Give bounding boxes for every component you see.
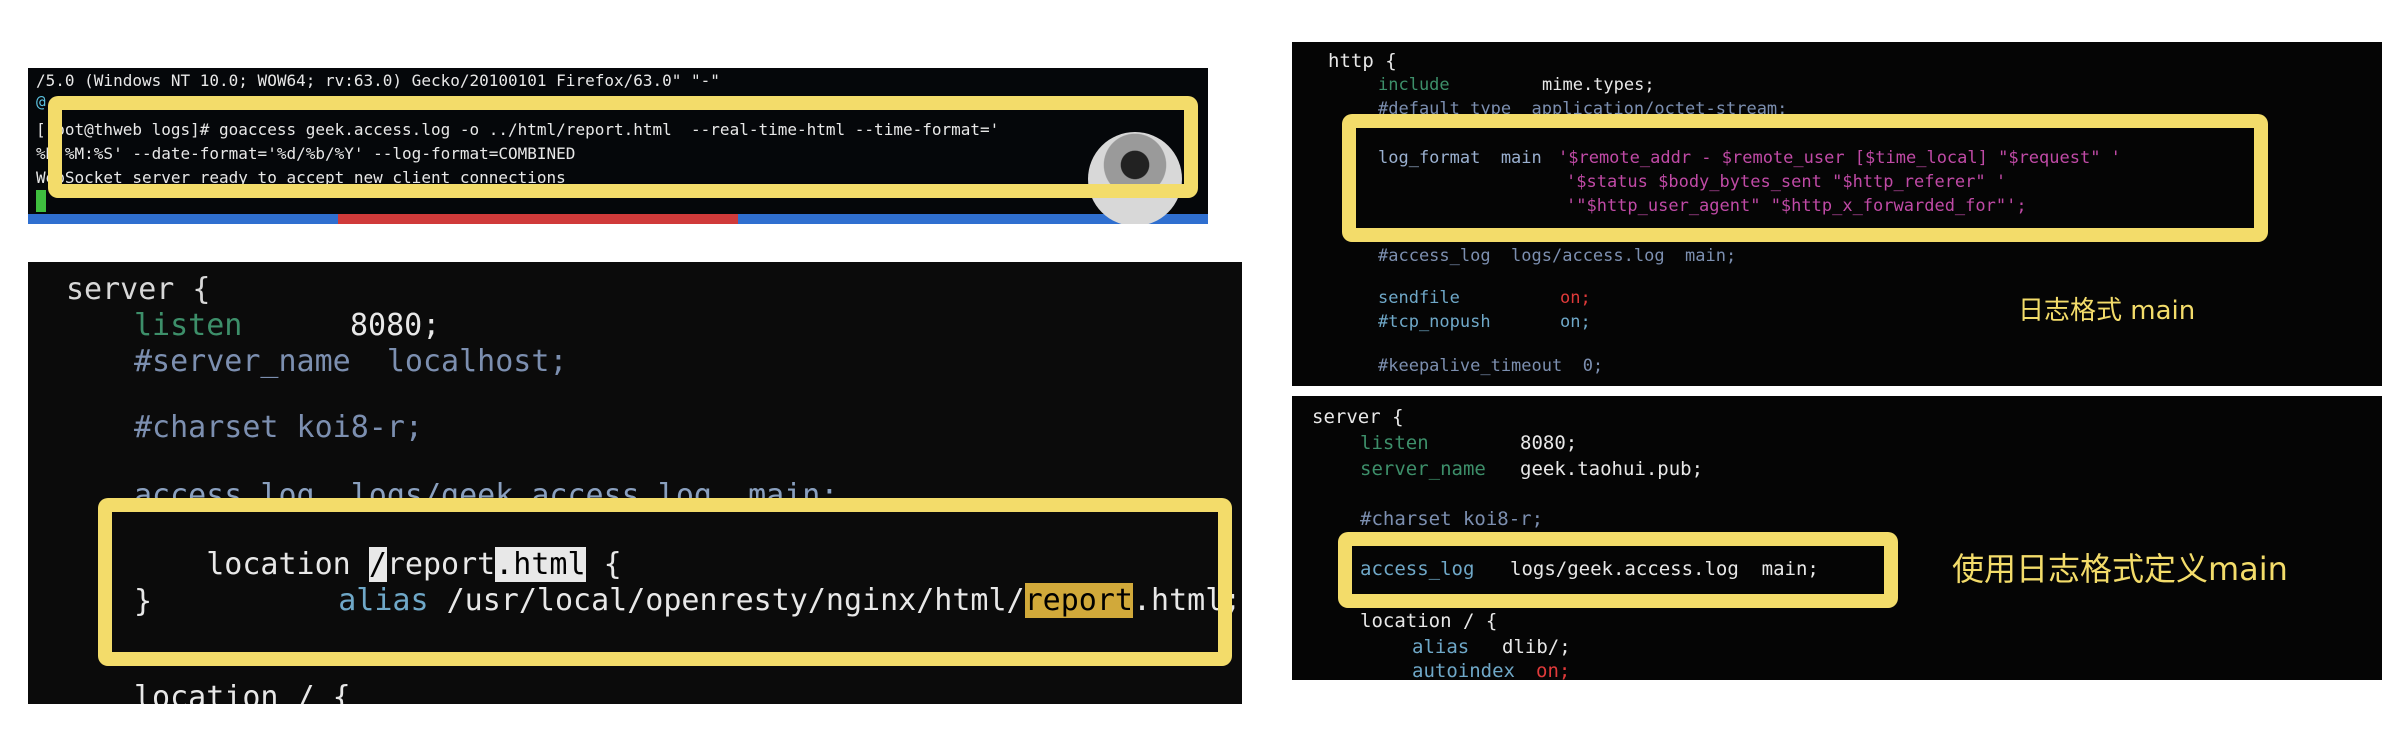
server-config-panel-left: server { listen 8080; #server_name local… — [28, 262, 1242, 704]
alias-directive-right: alias — [1412, 636, 1470, 658]
highlight-access-log — [1338, 532, 1898, 608]
server-block-open-right: server { — [1312, 406, 1404, 428]
highlight-log-format — [1342, 114, 2268, 242]
listen-directive-right: listen — [1360, 432, 1429, 454]
listen-directive: listen — [134, 308, 243, 343]
tcp-nopush-value: on; — [1560, 312, 1591, 332]
location-root-right: location / { — [1360, 610, 1498, 632]
charset-comment: #charset koi8-r; — [134, 410, 423, 445]
listen-port: 8080; — [350, 308, 441, 343]
terminal-line-1: /5.0 (Windows NT 10.0; WOW64; rv:63.0) G… — [36, 71, 720, 90]
autoindex-directive: autoindex — [1412, 660, 1515, 680]
tmux-status-bar — [28, 214, 1208, 224]
alias-value-right: dlib/; — [1502, 636, 1571, 658]
access-log-comment: #access_log logs/access.log main; — [1378, 246, 1737, 266]
server-name-comment: #server_name localhost; — [134, 344, 568, 379]
http-block-open: http { — [1328, 50, 1397, 72]
include-directive: include — [1378, 75, 1450, 95]
tcp-nopush-comment: #tcp_nopush — [1378, 312, 1491, 332]
access-log-caption: 使用日志格式定义main — [1952, 550, 2288, 588]
include-value: mime.types; — [1542, 75, 1655, 95]
autoindex-value: on; — [1536, 660, 1571, 680]
terminal-panel: /5.0 (Windows NT 10.0; WOW64; rv:63.0) G… — [28, 68, 1208, 224]
server-config-panel-right: server { listen 8080; server_name geek.t… — [1292, 396, 2382, 680]
server-block-open: server { — [66, 272, 211, 307]
log-format-caption: 日志格式 main — [2018, 296, 2196, 326]
sendfile-value: on; — [1560, 288, 1591, 308]
server-name-directive: server_name — [1360, 458, 1486, 480]
keepalive-comment: #keepalive_timeout 0; — [1378, 356, 1604, 376]
charset-comment-right: #charset koi8-r; — [1360, 508, 1544, 530]
terminal-line-2: @ — [36, 92, 46, 111]
highlight-goaccess-command — [48, 96, 1198, 198]
location-root-line: location / { — [134, 680, 351, 704]
terminal-cursor — [36, 190, 46, 212]
http-config-panel: http { include mime.types; #default_type… — [1292, 42, 2382, 386]
highlight-location-block — [98, 498, 1232, 666]
sendfile-directive: sendfile — [1378, 288, 1460, 308]
listen-port-right: 8080; — [1520, 432, 1578, 454]
server-name-value: geek.taohui.pub; — [1520, 458, 1704, 480]
